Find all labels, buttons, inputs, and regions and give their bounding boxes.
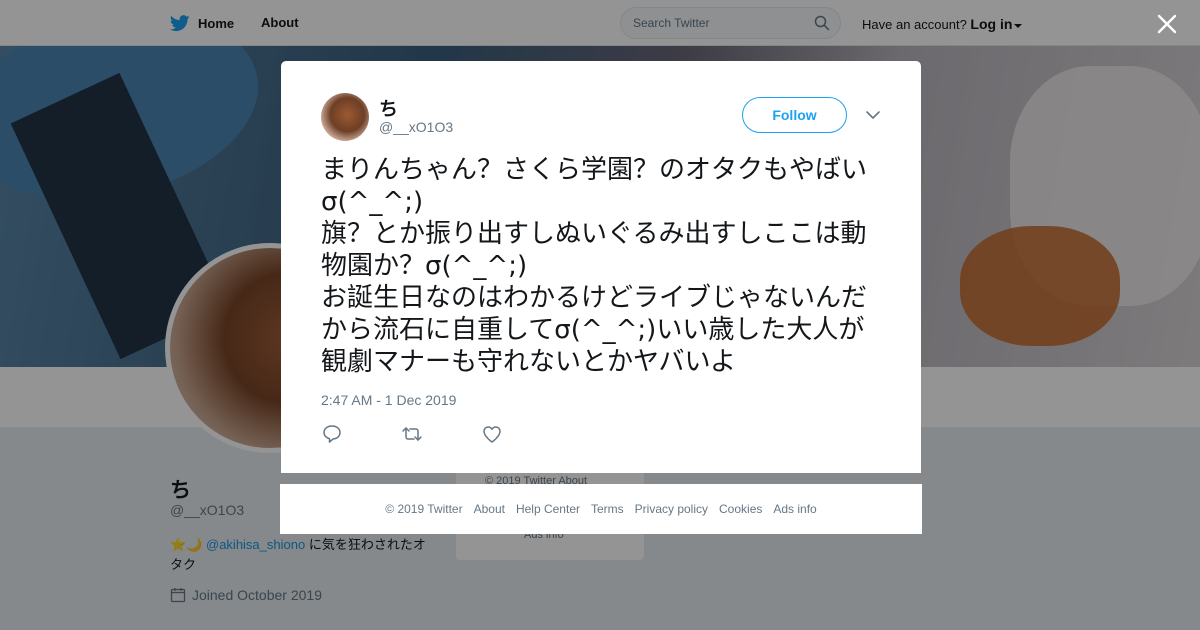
close-icon[interactable] (1155, 12, 1179, 36)
retweet-icon[interactable] (401, 424, 423, 444)
modal-footer: © 2019 Twitter About Help Center Terms P… (280, 484, 922, 534)
tweet-timestamp[interactable]: 2:47 AM - 1 Dec 2019 (321, 392, 456, 408)
footer-link-ads-info[interactable]: Ads info (773, 502, 816, 516)
footer-copyright: © 2019 Twitter (385, 502, 463, 516)
footer-link-cookies[interactable]: Cookies (719, 502, 762, 516)
author-avatar[interactable] (321, 93, 369, 141)
chevron-down-icon[interactable] (863, 107, 883, 123)
tweet-modal: ち @__xO1O3 Follow まりんちゃん？さくら学園？のオタクもやばいσ… (281, 61, 921, 473)
heart-icon[interactable] (481, 424, 503, 444)
footer-link-privacy[interactable]: Privacy policy (635, 502, 708, 516)
tweet-text: まりんちゃん？さくら学園？のオタクもやばいσ(^_^;) 旗？とか振り出すしぬい… (321, 155, 868, 377)
footer-link-about[interactable]: About (474, 502, 505, 516)
reply-icon[interactable] (321, 424, 343, 444)
follow-button[interactable]: Follow (742, 97, 847, 133)
footer-link-terms[interactable]: Terms (591, 502, 624, 516)
author-name[interactable]: ち (379, 94, 398, 121)
footer-link-help-center[interactable]: Help Center (516, 502, 580, 516)
author-handle[interactable]: @__xO1O3 (379, 119, 453, 135)
